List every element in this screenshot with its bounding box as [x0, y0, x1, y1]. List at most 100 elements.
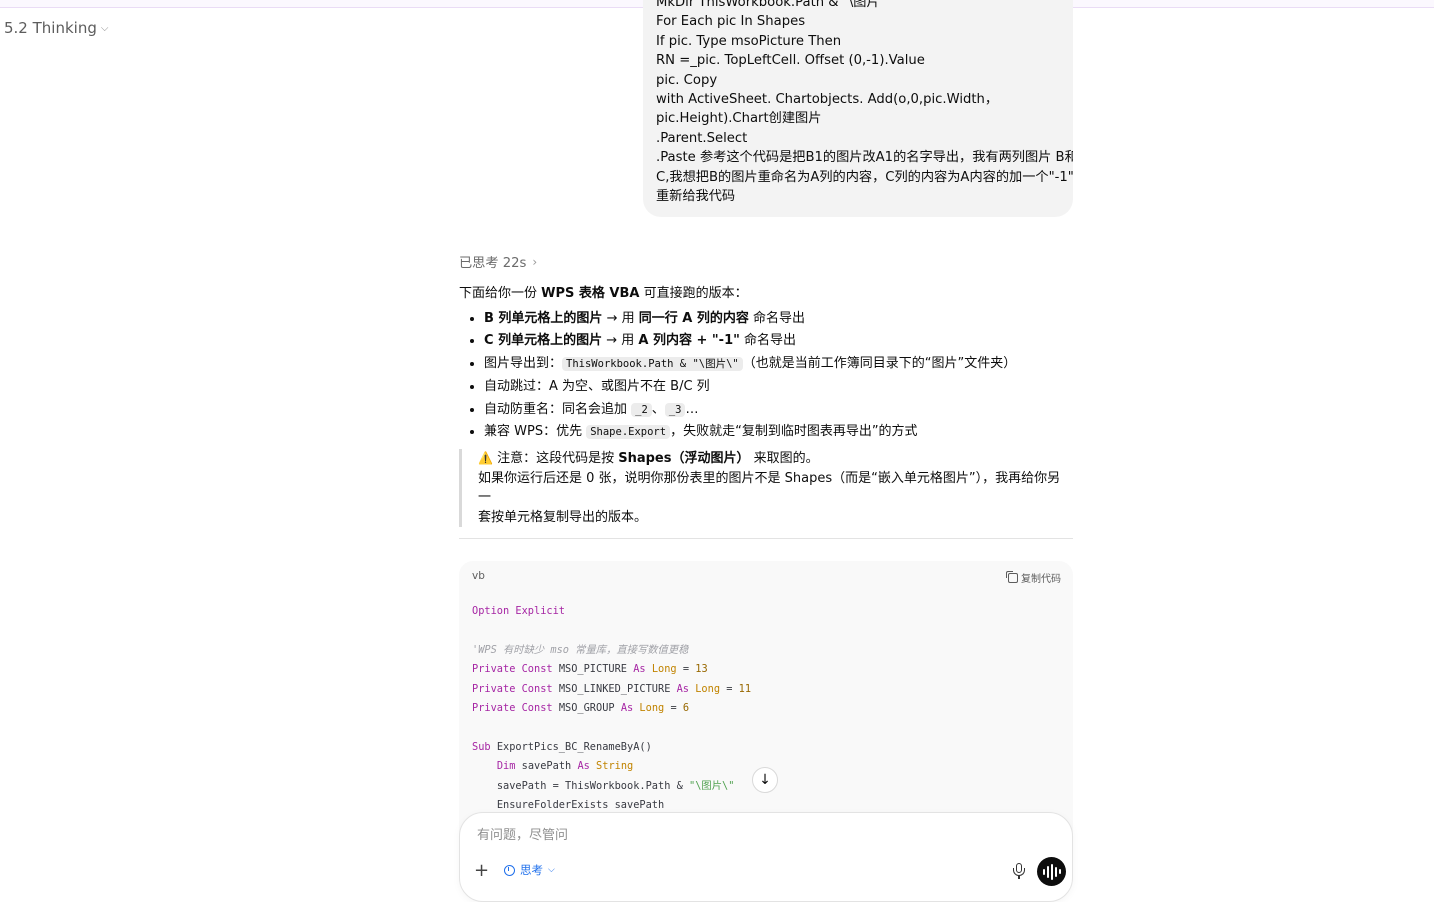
- bold-text: C 列单元格上的图片: [484, 333, 603, 349]
- plus-icon[interactable]: +: [474, 860, 489, 881]
- note-line: 如果你运行后还是 0 张，说明你那份表里的图片不是 Shapes（而是“嵌入单元…: [478, 470, 1061, 506]
- code-token: Explicit: [515, 605, 566, 617]
- list-item: 图片导出到：ThisWorkbook.Path & "\图片\"（也就是当前工作…: [484, 353, 1073, 376]
- thought-toggle[interactable]: 已思考 22s ›: [459, 252, 538, 272]
- code-token: Private: [472, 663, 516, 676]
- code-line: savePath = ThisWorkbook.Path & "\图片\": [497, 780, 735, 792]
- code-token: "\图片\": [689, 779, 735, 792]
- code-token: MSO_PICTURE: [558, 663, 628, 676]
- code-token: savePath = ThisWorkbook.Path &: [496, 779, 689, 792]
- assistant-answer: 下面给你一份 WPS 表格 VBA 可直接跑的版本： B 列单元格上的图片 → …: [459, 283, 1073, 444]
- user-message-line: .Paste 参考这个代码是把B1的图片改A1的名字导出，我有两列图片 B和: [656, 150, 1073, 166]
- code-token: MSO_LINKED_PICTURE: [558, 682, 671, 695]
- thinking-mode-button[interactable]: 思考 ⌵: [504, 862, 555, 878]
- code-token: Long: [651, 663, 677, 676]
- inline-code: _2: [631, 402, 652, 417]
- code-token: Long: [695, 682, 721, 695]
- answer-intro: 下面给你一份 WPS 表格 VBA 可直接跑的版本：: [459, 283, 1073, 306]
- code-token: Dim: [496, 760, 516, 773]
- code-token: MSO_GROUP: [558, 702, 615, 715]
- model-selector[interactable]: 5.2 Thinking ⌵: [4, 19, 108, 37]
- chevron-down-icon: ⌵: [548, 865, 555, 875]
- divider: [459, 538, 1073, 539]
- code-token: 11: [738, 682, 752, 695]
- list-text: （也就是当前工作簿同目录下的“图片”文件夹）: [742, 356, 1017, 372]
- code-token: As: [577, 760, 590, 773]
- code-token: ExportPics_BC_RenameByA(): [496, 740, 652, 753]
- bold-text: A 列内容 + "-1": [638, 333, 740, 349]
- list-item: 自动防重名：同名会追加 _2、_3…: [484, 399, 1073, 422]
- code-token: =: [726, 682, 733, 695]
- user-message-line: C,我想把B的图片重命名为A列的内容，C列的内容为A内容的加一个"-1": [656, 169, 1073, 185]
- code-block: vb 复制代码 Option Explicit 'WPS 有时缺少 mso 常量…: [459, 561, 1073, 851]
- list-text: 兼容 WPS：优先: [484, 424, 587, 440]
- code-token: As: [633, 663, 646, 676]
- code-token: Long: [639, 702, 665, 715]
- timer-icon: [504, 864, 515, 876]
- list-text: 自动防重名：同名会追加: [484, 401, 632, 417]
- list-text: → 用: [602, 310, 639, 326]
- message-input[interactable]: [475, 823, 1039, 847]
- mic-icon[interactable]: [1012, 863, 1026, 881]
- code-line: Private Const MSO_LINKED_PICTURE As Long…: [472, 683, 751, 695]
- inline-code: ThisWorkbook.Path & "\图片\": [562, 357, 743, 372]
- code-token: Const: [521, 682, 553, 695]
- code-token: =: [670, 702, 677, 715]
- code-line: Sub ExportPics_BC_RenameByA(): [472, 741, 652, 753]
- bold-text: B 列单元格上的图片: [484, 310, 603, 326]
- user-message-line: RN =_pic. TopLeftCell. Offset (0,-1).Val…: [656, 53, 925, 69]
- voice-mode-icon[interactable]: [1037, 857, 1066, 886]
- list-text: 自动跳过：A 为空、或图片不在 B/C 列: [484, 378, 710, 394]
- list-text: 命名导出: [748, 310, 805, 326]
- copy-code-label: 复制代码: [1021, 574, 1061, 585]
- answer-intro-text: 下面给你一份: [459, 286, 542, 301]
- inline-code: Shape.Export: [586, 425, 671, 440]
- user-message-line: with ActiveSheet. Chartobjects. Add(o,0,…: [656, 92, 999, 108]
- list-text: …: [685, 401, 699, 417]
- code-token: Private: [472, 682, 516, 695]
- code-token: Const: [521, 702, 553, 715]
- code-token: As: [676, 682, 690, 695]
- user-message-line: MkDir ThisWorkbook.Path & "\图片": [656, 0, 886, 10]
- code-comment: 'WPS 有时缺少 mso 常量库，直接写数值更稳: [472, 643, 689, 656]
- list-item: C 列单元格上的图片 → 用 A 列内容 + "-1" 命名导出: [484, 330, 1073, 353]
- warning-icon: ⚠️: [478, 451, 493, 465]
- user-message-line: pic.Height).Chart创建图片: [656, 111, 822, 127]
- copy-code-button[interactable]: 复制代码: [1006, 570, 1061, 585]
- user-message-text: MkDir ThisWorkbook.Path & "\图片" For Each…: [656, 0, 1073, 206]
- note-text: 来取图的。: [749, 451, 819, 466]
- code-token: String: [596, 760, 634, 773]
- list-text: 命名导出: [739, 333, 797, 349]
- user-message-line: .Parent.Select: [656, 130, 748, 146]
- thought-label: 已思考 22s: [459, 256, 527, 271]
- answer-intro-text: 可直接跑的版本：: [639, 286, 748, 301]
- code-token: =: [682, 663, 690, 676]
- feature-list: B 列单元格上的图片 → 用 同一行 A 列的内容 命名导出 C 列单元格上的图…: [459, 308, 1073, 444]
- model-label: 5.2 Thinking: [4, 19, 97, 37]
- note-text: 注意：这段代码是按: [497, 451, 619, 466]
- code-line: Private Const MSO_GROUP As Long = 6: [472, 702, 689, 714]
- chevron-right-icon: ›: [532, 254, 538, 269]
- code-token: Private: [472, 702, 516, 715]
- code-token: As: [620, 702, 634, 715]
- code-token: 6: [682, 702, 690, 715]
- list-text: ，失败就走“复制到临时图表再导出”的方式: [670, 424, 918, 440]
- user-message-line: pic. Copy: [656, 72, 718, 88]
- note-bold: Shapes（浮动图片）: [618, 451, 750, 466]
- list-item: B 列单元格上的图片 → 用 同一行 A 列的内容 命名导出: [484, 308, 1073, 331]
- copy-icon: [1006, 570, 1018, 583]
- code-token: 13: [695, 663, 708, 676]
- bold-text: 同一行 A 列的内容: [638, 310, 749, 326]
- warning-blockquote: ⚠️ 注意：这段代码是按 Shapes（浮动图片） 来取图的。 如果你运行后还是…: [459, 449, 1069, 527]
- list-text: 、: [651, 401, 665, 417]
- arrow-down-icon[interactable]: ↓: [752, 767, 778, 793]
- code-line: Private Const MSO_PICTURE As Long = 13: [472, 663, 708, 675]
- code-line: Option Explicit: [472, 605, 565, 617]
- list-item: 兼容 WPS：优先 Shape.Export，失败就走“复制到临时图表再导出”的…: [484, 421, 1073, 444]
- list-text: 图片导出到：: [484, 356, 563, 372]
- code-line: EnsureFolderExists savePath: [496, 799, 665, 812]
- code-token: savePath: [521, 760, 572, 773]
- user-message-bubble: MkDir ThisWorkbook.Path & "\图片" For Each…: [643, 0, 1073, 217]
- user-message-line: For Each pic In Shapes: [656, 14, 806, 30]
- answer-intro-bold: WPS 表格 VBA: [541, 286, 640, 301]
